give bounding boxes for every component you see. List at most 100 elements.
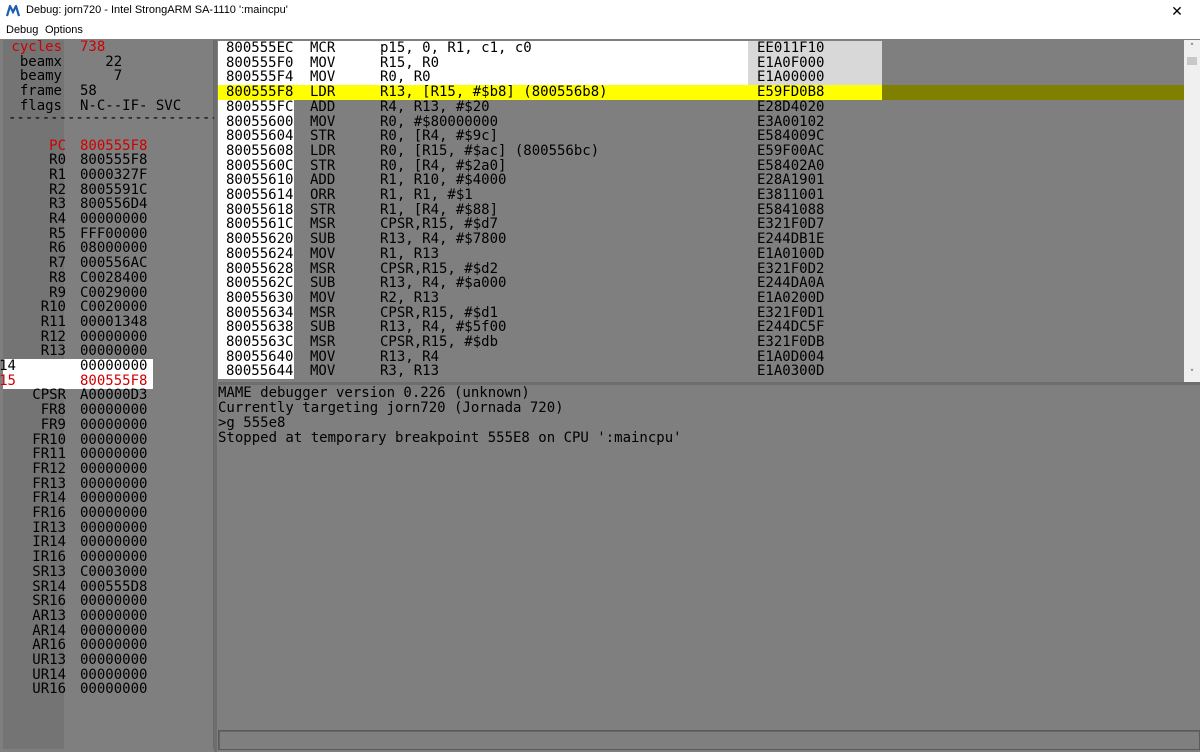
instruction-opcode: E1A0300D: [757, 363, 825, 380]
register-separator: -------------------------: [8, 110, 219, 126]
register-label: R0: [49, 152, 66, 169]
instruction-opcode: E59F00AC: [757, 142, 825, 159]
vertical-splitter[interactable]: [214, 40, 217, 752]
disassembly-view[interactable]: 800555EC MCR p15, 0, R1, c1, c0 EE011F10 800…: [218, 40, 1184, 382]
disassembly-row[interactable]: 80055608 LDR R0, [R15, #$ac] (800556bc) E59…: [218, 142, 1184, 159]
scroll-up-icon[interactable]: ˄: [1184, 40, 1200, 56]
register-row[interactable]: UR13 00000000: [3, 653, 203, 668]
mame-icon: [6, 5, 20, 17]
register-label: FR8: [40, 402, 66, 419]
title-bar: Debug: jorn720 - Intel StrongARM SA-1110…: [0, 0, 1200, 23]
disassembly-row[interactable]: 80055604 STR R0, [R4, #$9c] E584009C: [218, 128, 1184, 145]
register-label: AR13: [32, 607, 66, 624]
instruction-address: 80055644: [226, 363, 294, 380]
disassembly-row[interactable]: 80055620 SUB R13, R4, #$7800 E244DB1E: [218, 231, 1184, 248]
instruction-mnemonic: MOV: [310, 363, 336, 380]
disassembly-row[interactable]: 800555FC ADD R4, R13, #$20 E28D4020: [218, 98, 1184, 115]
state-row[interactable]: cycles 738: [3, 40, 203, 55]
register-row[interactable]: R1 0000327F: [3, 167, 203, 183]
instruction-opcode: E3811001: [757, 187, 825, 203]
disassembly-row[interactable]: 800555EC MCR p15, 0, R1, c1, c0 EE011F10: [218, 41, 1184, 56]
disassembly-row[interactable]: 80055624 MOV R1, R13 E1A0100D: [218, 245, 1184, 262]
register-row[interactable]: R7 000556AC: [3, 256, 203, 271]
register-value: 00000000: [80, 505, 148, 521]
window-title: Debug: jorn720 - Intel StrongARM SA-1110…: [26, 4, 288, 16]
register-value: 00000000: [80, 416, 148, 433]
menu-options[interactable]: Options: [45, 24, 83, 36]
instruction-address: 80055608: [226, 142, 294, 159]
disassembly-row[interactable]: 8005560C STR R0, [R4, #$2a0] E58402A0: [218, 158, 1184, 174]
register-row[interactable]: SR16 00000000: [3, 594, 203, 609]
register-label: UR16: [32, 681, 66, 698]
instruction-operands: p15, 0, R1, c1, c0: [380, 40, 532, 56]
disassembly-row[interactable]: 800555F4 MOV R0, R0 E1A00000: [218, 70, 1184, 86]
register-row[interactable]: SR13 C0003000: [3, 563, 203, 580]
disassembly-row[interactable]: 80055618 STR R1, [R4, #$88] E5841088: [218, 202, 1184, 218]
register-row[interactable]: IR16 00000000: [3, 550, 203, 565]
instruction-address: 8005563C: [226, 334, 294, 350]
disassembly-row[interactable]: 80055640 MOV R13, R4 E1A0D004: [218, 349, 1184, 365]
register-row[interactable]: R10 C0020000: [3, 300, 203, 315]
register-row[interactable]: FR16 00000000: [3, 506, 203, 521]
menu-debug[interactable]: Debug: [6, 24, 38, 36]
scroll-down-icon[interactable]: ˅: [1184, 366, 1200, 382]
disassembly-row[interactable]: 80055634 MSR CPSR,R15, #$d1 E321F0D1: [218, 305, 1184, 321]
register-label: FR9: [40, 416, 66, 433]
register-row[interactable]: R11 00001348: [3, 313, 203, 330]
instruction-operands: R0, [R4, #$9c]: [380, 128, 499, 145]
instruction-opcode: E321F0DB: [757, 334, 825, 350]
register-row[interactable]: FR9 00000000: [3, 416, 203, 433]
instruction-opcode: E244DA0A: [757, 275, 825, 292]
register-value: 00001348: [80, 313, 148, 330]
register-value: C0020000: [80, 299, 148, 316]
register-row[interactable]: FR12 00000000: [3, 461, 203, 477]
disassembly-row[interactable]: 80055600 MOV R0, #$80000000 E3A00102: [218, 114, 1184, 130]
registers-pane[interactable]: cycles 738 beamx 22 beamy 7 frame 58 flags N-C-…: [0, 40, 219, 749]
disassembly-scrollbar[interactable]: ˄ ˅: [1184, 40, 1200, 382]
register-label: UR13: [32, 652, 66, 668]
register-row[interactable]: R4 00000000: [3, 212, 203, 227]
register-row[interactable]: R8 C0028400: [3, 269, 203, 286]
close-icon[interactable]: ✕: [1154, 0, 1200, 22]
instruction-operands: R13, R4, #$a000: [380, 275, 507, 292]
scroll-thumb[interactable]: [1187, 57, 1197, 65]
register-label: IR16: [32, 549, 66, 566]
register-value: 00000000: [80, 358, 148, 374]
register-row[interactable]: FR11 00000000: [3, 447, 203, 462]
instruction-opcode: E244DB1E: [757, 231, 825, 248]
register-row[interactable]: R14 00000000: [0, 358, 153, 374]
register-row[interactable]: R0 800555F8: [3, 153, 203, 168]
disassembly-row[interactable]: 80055644 MOV R3, R13 E1A0300D: [218, 363, 1184, 380]
console-line: MAME debugger version 0.226 (unknown): [218, 385, 530, 401]
instruction-mnemonic: ORR: [310, 187, 336, 203]
disassembly-row[interactable]: 80055630 MOV R2, R13 E1A0200D: [218, 289, 1184, 306]
instruction-operands: R13, R4, #$7800: [380, 231, 507, 248]
disassembly-row[interactable]: 80055614 ORR R1, R1, #$1 E3811001: [218, 188, 1184, 203]
disassembly-row[interactable]: 80055628 MSR CPSR,R15, #$d2 E321F0D2: [218, 261, 1184, 277]
register-value: C0028400: [80, 269, 148, 286]
disassembly-row[interactable]: 8005563C MSR CPSR,R15, #$db E321F0DB: [218, 335, 1184, 350]
current-instruction-row[interactable]: 800555F8 LDR R13, [R15, #$b8] (800556b8) E5…: [218, 84, 1184, 101]
register-value: C0003000: [80, 563, 148, 580]
state-row[interactable]: frame 58: [3, 84, 203, 99]
disassembly-row[interactable]: 8005562C SUB R13, R4, #$a000 E244DA0A: [218, 275, 1184, 292]
instruction-address: 800555F8: [226, 84, 294, 101]
register-value: 00000000: [80, 402, 148, 419]
instruction-operands: R1, R1, #$1: [380, 187, 473, 203]
register-row[interactable]: AR13 00000000: [3, 607, 203, 624]
instruction-opcode: E28D4020: [757, 98, 825, 115]
command-input[interactable]: [218, 730, 1200, 750]
register-label: SR16: [32, 593, 66, 610]
register-row[interactable]: UR16 00000000: [3, 682, 203, 697]
disassembly-row[interactable]: 80055638 SUB R13, R4, #$5f00 E244DC5F: [218, 320, 1184, 336]
disassembly-row[interactable]: 80055610 ADD R1, R10, #$4000 E28A1901: [218, 173, 1184, 189]
instruction-mnemonic: MSR: [310, 334, 336, 350]
instruction-opcode: E1A0200D: [757, 289, 825, 306]
register-value: 738: [80, 39, 106, 55]
instruction-mnemonic: LDR: [310, 142, 336, 159]
register-label: SR13: [32, 563, 66, 580]
disassembly-row[interactable]: 8005561C MSR CPSR,R15, #$d7 E321F0D7: [218, 217, 1184, 233]
disassembly-row[interactable]: 800555F0 MOV R15, R0 E1A0F000: [218, 55, 1184, 71]
register-row[interactable]: FR8 00000000: [3, 403, 203, 418]
instruction-address: 80055624: [226, 245, 294, 262]
